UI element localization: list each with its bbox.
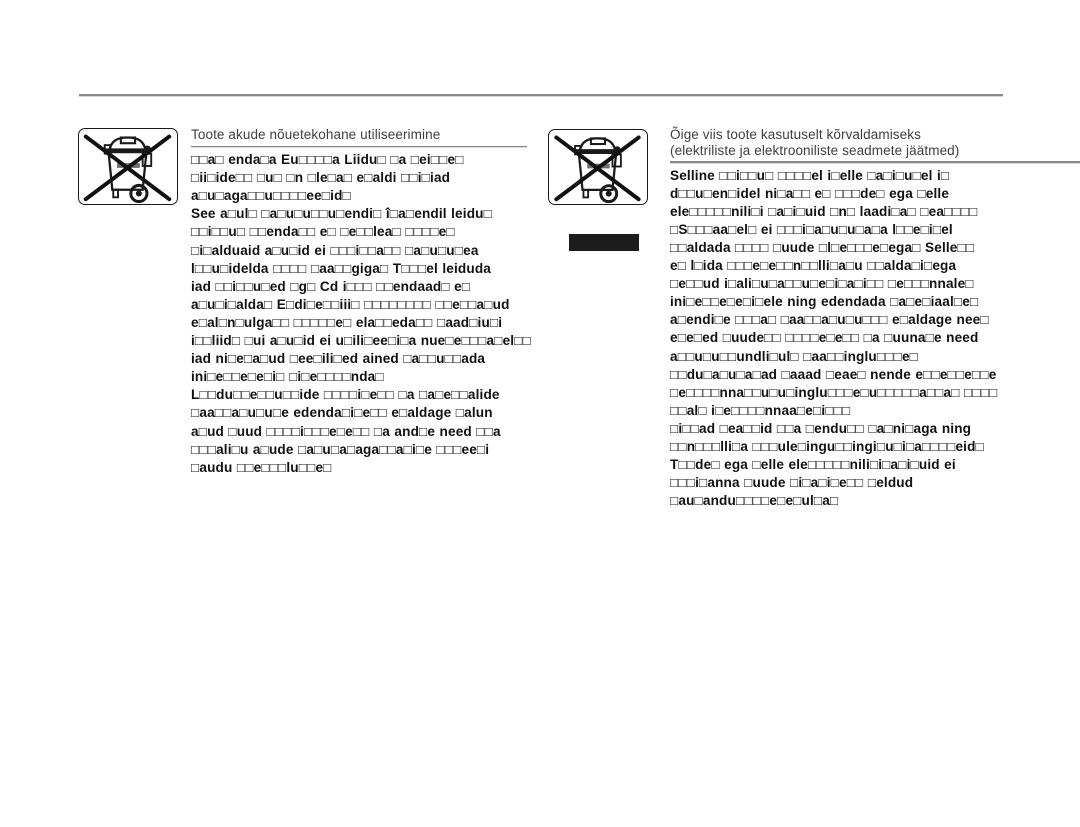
right-column-body-text: Selline □□i□□u□ □□□□el i□elle □a□i□u□el … xyxy=(670,167,998,509)
right-heading-rule xyxy=(670,161,1080,163)
crossed-out-wheelie-bin-weee-icon xyxy=(548,129,648,205)
right-column-heading-line1: Õige viis toote kasutuselt kõrvaldamisek… xyxy=(670,127,921,142)
page-top-rule xyxy=(79,94,1003,96)
document-page: Toote akude nõuetekohane utiliseerimine … xyxy=(0,0,1080,827)
black-redaction-bar xyxy=(569,234,639,251)
right-column-heading-line2: (elektriliste ja elektrooniliste seadmet… xyxy=(670,142,960,158)
right-column: Õige viis toote kasutuselt kõrvaldamisek… xyxy=(670,127,1080,510)
left-column: Toote akude nõuetekohane utiliseerimine … xyxy=(191,127,531,477)
left-column-heading: Toote akude nõuetekohane utiliseerimine xyxy=(191,127,441,142)
left-heading-rule xyxy=(191,145,527,148)
crossed-out-wheelie-bin-battery-icon xyxy=(78,128,178,205)
